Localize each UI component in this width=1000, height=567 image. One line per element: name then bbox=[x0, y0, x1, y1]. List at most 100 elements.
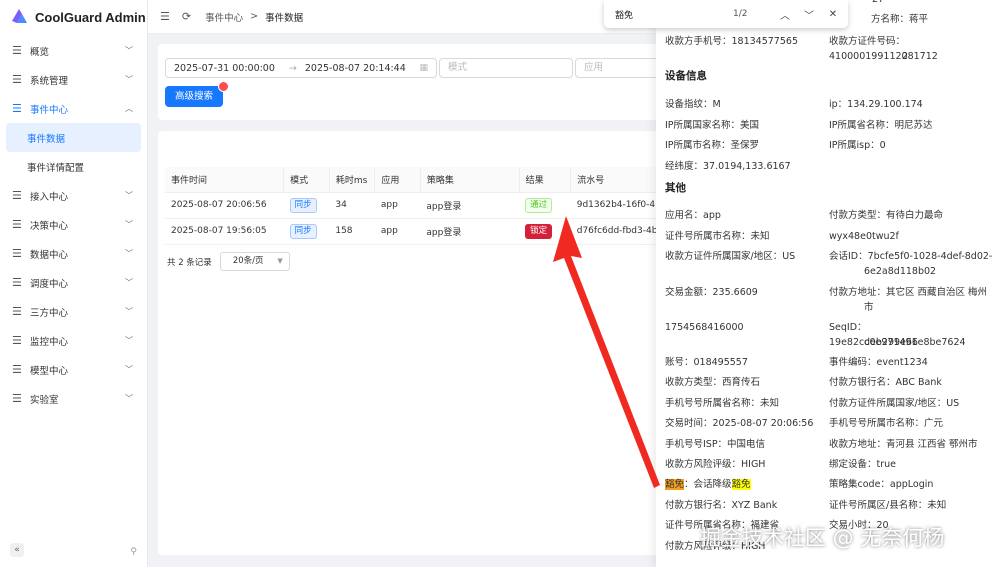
detail-field: 设备指纹：M bbox=[665, 99, 721, 110]
sidebar-item[interactable]: ☰ 监控中心 ﹀ bbox=[0, 326, 147, 355]
col-serial[interactable]: 流水号 bbox=[570, 167, 658, 193]
sidebar-item-label: 模型中心 bbox=[30, 365, 69, 377]
col-result[interactable]: 结果 bbox=[519, 167, 572, 193]
find-next-icon[interactable]: ﹀ bbox=[797, 7, 821, 22]
chevron-down-icon: ﹀ bbox=[125, 249, 133, 258]
app-title: CoolGuard Admin bbox=[35, 9, 146, 25]
advanced-search-button[interactable]: 高级搜索 bbox=[165, 86, 223, 107]
refresh-icon[interactable]: ⟳ bbox=[182, 10, 191, 23]
chevron-down-icon: ﹀ bbox=[125, 394, 133, 403]
detail-field: IP所属省名称：明尼苏达 bbox=[829, 120, 933, 131]
breadcrumb-separator: > bbox=[250, 11, 259, 22]
watermark: 掘金技术社区 @ 无奈何杨 bbox=[700, 526, 945, 550]
date-range-picker[interactable]: 2025-07-31 00:00:00 → 2025-08-07 20:14:4… bbox=[165, 58, 437, 78]
page-size-value: 20条/页 bbox=[232, 256, 264, 266]
sidebar-item-label: 数据中心 bbox=[30, 249, 69, 261]
side-menu: ☰ 概览 ﹀ ☰ 系统管理 ﹀ ☰ 事件中心 ︿ 事件数据 事件详情配置 ☰ 接入中心 ﹀ ☰ 决策中心 ﹀ ☰ 数… bbox=[0, 36, 147, 413]
cell-cost: 158 bbox=[329, 218, 375, 245]
detail-field: 证件号所属市名称：未知 bbox=[665, 231, 770, 242]
menu-icon: ☰ bbox=[12, 334, 22, 347]
sidebar-subitem[interactable]: 事件详情配置 bbox=[0, 152, 147, 181]
sidebar-item-label: 系统管理 bbox=[30, 75, 69, 87]
chevron-up-icon: ︿ bbox=[125, 104, 133, 113]
detail-field: 收款方证件号码：410000199112081712 bbox=[829, 36, 938, 62]
menu-icon: ☰ bbox=[12, 73, 22, 86]
detail-field: 会话ID：7bcfe5f0-1028-4def-8d02- bbox=[829, 251, 993, 262]
detail-field-wrap: 市 bbox=[864, 302, 874, 313]
detail-field: 付款方银行名：ABC Bank bbox=[829, 377, 942, 388]
cell-app: app bbox=[374, 192, 421, 219]
detail-field: wyx48e0twu2f bbox=[829, 231, 899, 242]
sidebar-item-label: 调度中心 bbox=[30, 278, 69, 290]
cell-serial: 9d1362b4-16f0-4 bbox=[570, 192, 658, 219]
filter-card: 2025-07-31 00:00:00 → 2025-08-07 20:14:4… bbox=[158, 44, 665, 120]
sidebar-item[interactable]: ☰ 事件中心 ︿ bbox=[0, 94, 147, 123]
detail-field: 经纬度：37.0194,133.6167 bbox=[665, 161, 791, 172]
mode-select[interactable]: 模式 bbox=[439, 58, 573, 78]
detail-field: 1754568416000 bbox=[665, 322, 744, 333]
cell-strategy: app登录 bbox=[420, 218, 520, 245]
find-close-icon[interactable]: ✕ bbox=[821, 9, 845, 20]
col-mode[interactable]: 模式 bbox=[283, 167, 330, 193]
menu-icon: ☰ bbox=[12, 218, 22, 231]
sidebar-item[interactable]: ☰ 三方中心 ﹀ bbox=[0, 297, 147, 326]
col-cost[interactable]: 耗时ms bbox=[329, 167, 376, 193]
partial-field: 方名称：蒋平 bbox=[871, 14, 929, 25]
sidebar-item-label: 实验室 bbox=[30, 394, 59, 406]
result-tag: 通过 bbox=[525, 197, 553, 213]
sidebar-item[interactable]: ☰ 实验室 ﹀ bbox=[0, 384, 147, 413]
detail-field: IP所属国家名称：美国 bbox=[665, 120, 760, 131]
page-size-select[interactable]: 20条/页 ▼ bbox=[219, 252, 290, 271]
find-highlight: 豁免 bbox=[731, 479, 751, 490]
find-bar: 豁免 1/2 ︿ ﹀ ✕ bbox=[604, 0, 848, 28]
col-strategy[interactable]: 策略集 bbox=[420, 167, 520, 193]
sidebar-item-label: 事件中心 bbox=[30, 104, 69, 116]
detail-field-wrap: deb299e66 bbox=[864, 337, 918, 348]
detail-field: 收款方地址：青河县 江西省 鄂州市 bbox=[829, 439, 978, 450]
sidebar-item[interactable]: ☰ 模型中心 ﹀ bbox=[0, 355, 147, 384]
find-input[interactable]: 豁免 bbox=[615, 8, 733, 21]
event-detail-drawer: 27 方名称：蒋平 收款方手机号：18134577565 收款方证件号码：410… bbox=[656, 0, 1000, 567]
detail-field-wrap: 2 bbox=[902, 51, 909, 62]
chevron-down-icon: ▼ bbox=[277, 257, 283, 265]
sidebar-item[interactable]: ☰ 概览 ﹀ bbox=[0, 36, 147, 65]
chevron-down-icon: ﹀ bbox=[125, 220, 133, 229]
events-table: 事件时间 模式 耗时ms 应用 策略集 结果 流水号 2025-08-07 20… bbox=[165, 167, 658, 245]
find-prev-icon[interactable]: ︿ bbox=[773, 7, 797, 22]
table-row[interactable]: 2025-08-07 20:06:56 同步 34 app app登录 通过 9d1362b… bbox=[165, 192, 658, 219]
cell-cost: 34 bbox=[329, 192, 375, 219]
detail-field: 付款方类型：有待白力最命 bbox=[829, 210, 944, 221]
col-app[interactable]: 应用 bbox=[374, 167, 421, 193]
sidebar-item-label: 概览 bbox=[30, 46, 50, 58]
range-end[interactable]: 2025-08-07 20:14:44 bbox=[297, 63, 406, 74]
sidebar-item[interactable]: ☰ 接入中心 ﹀ bbox=[0, 181, 147, 210]
sidebar-item-label: 决策中心 bbox=[30, 220, 69, 232]
logo: CoolGuard Admin bbox=[0, 0, 147, 34]
sidebar: CoolGuard Admin ☰ 概览 ﹀ ☰ 系统管理 ﹀ ☰ 事件中心 ︿ 事件数据 事件详情… bbox=[0, 0, 148, 567]
calendar-icon: ▦ bbox=[419, 63, 428, 73]
range-arrow-icon: → bbox=[288, 62, 297, 74]
sidebar-subitem[interactable]: 事件数据 bbox=[6, 123, 141, 152]
pin-icon[interactable]: ⚲ bbox=[130, 547, 137, 557]
sidebar-item[interactable]: ☰ 调度中心 ﹀ bbox=[0, 268, 147, 297]
cell-time: 2025-08-07 19:56:05 bbox=[165, 218, 284, 245]
pagination: 共 2 条记录 20条/页 ▼ bbox=[167, 252, 290, 271]
breadcrumb-current: 事件数据 bbox=[265, 12, 304, 24]
sidebar-item[interactable]: ☰ 数据中心 ﹀ bbox=[0, 239, 147, 268]
detail-field: 收款方手机号：18134577565 bbox=[665, 36, 798, 47]
detail-field: 付款方证件所属国家/地区：US bbox=[829, 398, 960, 409]
badge-dot bbox=[218, 81, 229, 92]
detail-field: 事件编码：event1234 bbox=[829, 357, 928, 368]
col-event-time[interactable]: 事件时间 bbox=[165, 167, 285, 193]
menu-toggle-icon[interactable]: ☰ bbox=[160, 10, 170, 23]
menu-icon: ☰ bbox=[12, 189, 22, 202]
app-select[interactable]: 应用 bbox=[575, 58, 665, 78]
sidebar-item[interactable]: ☰ 系统管理 ﹀ bbox=[0, 65, 147, 94]
collapse-sidebar-icon[interactable]: « bbox=[10, 543, 24, 557]
table-row[interactable]: 2025-08-07 19:56:05 同步 158 app app登录 锁定 d76fc6… bbox=[165, 218, 658, 245]
cell-mode: 同步 bbox=[283, 218, 330, 245]
range-start[interactable]: 2025-07-31 00:00:00 bbox=[166, 63, 275, 74]
sidebar-item[interactable]: ☰ 决策中心 ﹀ bbox=[0, 210, 147, 239]
find-highlight-current: 豁免 bbox=[665, 479, 685, 490]
breadcrumb-item[interactable]: 事件中心 bbox=[205, 10, 243, 24]
